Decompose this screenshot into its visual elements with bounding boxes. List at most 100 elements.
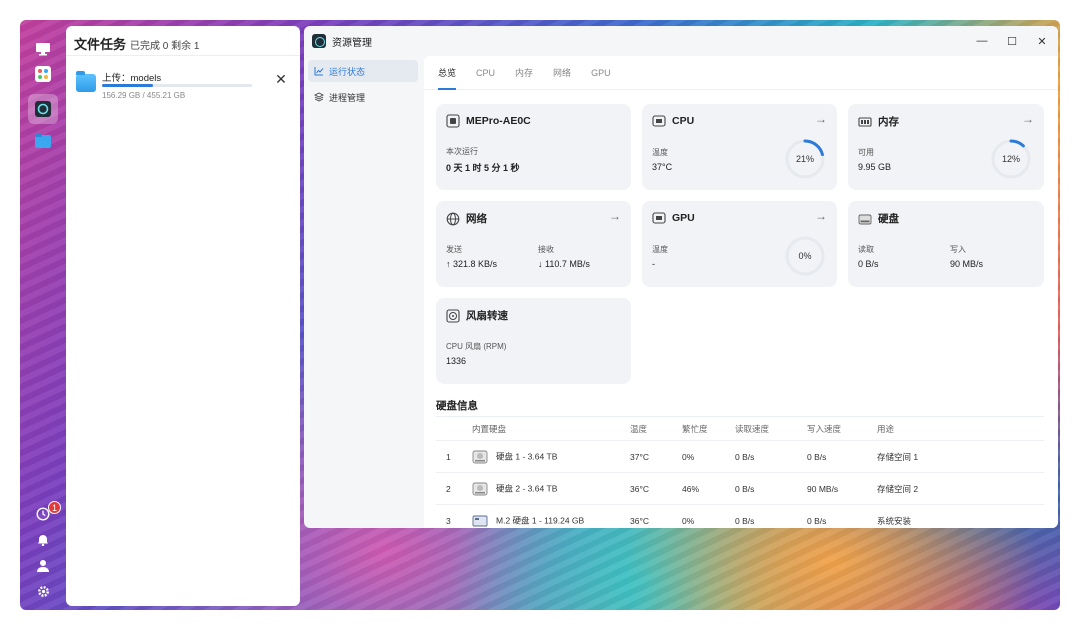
resource-manager-window: 资源管理 — ☐ ✕ 运行状态 进程管理 总览 CPU 内存 网络 GPU ME… — [304, 26, 1058, 528]
resource-monitor-icon[interactable] — [28, 94, 58, 124]
cpu-usage-text: 21% — [795, 154, 814, 164]
side-nav: 运行状态 进程管理 — [304, 56, 422, 528]
row-index: 1 — [436, 440, 472, 473]
disk-title: 硬盘 — [878, 213, 899, 225]
gpu-card[interactable]: GPU → 温度 - 0% — [642, 201, 837, 287]
close-icon[interactable]: ✕ — [274, 72, 288, 86]
task-panel-header: 文件任务 已完成 0 剩余 1 — [66, 26, 300, 56]
col-disk: 内置硬盘 — [472, 416, 630, 441]
arrow-right-icon[interactable]: → — [1022, 112, 1034, 126]
disk-usage: 系统安装 — [877, 504, 1044, 528]
task-size: 156.29 GB / 455.21 GB — [102, 91, 186, 100]
gpu-icon — [652, 212, 666, 224]
nav-item-status[interactable]: 运行状态 — [308, 60, 418, 82]
table-row[interactable]: 2 硬盘 2 - 3.64 TB 36°C 46% 0 B/s 90 MB/s … — [436, 472, 1044, 505]
bell-icon[interactable] — [32, 528, 54, 550]
memory-title: 内存 — [878, 116, 899, 128]
globe-icon — [446, 212, 460, 225]
task-name: 上传：models — [102, 73, 162, 84]
nav-label: 进程管理 — [329, 92, 366, 103]
memory-available-value: 9.95 GB — [858, 162, 892, 172]
task-panel-title: 文件任务 — [74, 37, 127, 52]
arrow-right-icon[interactable]: → — [815, 209, 827, 223]
fan-card: 风扇转速 CPU 风扇 (RPM) 1336 — [436, 298, 631, 384]
cpu-title: CPU — [672, 115, 695, 127]
fan-icon — [446, 308, 460, 323]
tab-gpu[interactable]: GPU — [591, 56, 611, 90]
device-card: MEPro-AE0C 本次运行 0 天 1 时 5 分 1 秒 — [436, 104, 631, 190]
disk-read: 0 B/s — [735, 440, 807, 473]
table-row[interactable]: 1 硬盘 1 - 3.64 TB 37°C 0% 0 B/s 0 B/s 存储空… — [436, 440, 1044, 473]
user-icon[interactable] — [32, 554, 54, 576]
folder-icon — [76, 71, 96, 92]
uptime-label: 本次运行 — [446, 147, 478, 156]
gpu-usage-text: 0% — [798, 251, 812, 261]
disk-read-label: 读取 — [858, 245, 874, 254]
disk-table: 内置硬盘 温度 繁忙度 读取速度 写入速度 用途 1 硬盘 1 - 3.64 T… — [436, 416, 1044, 528]
disk-write-value: 90 MB/s — [950, 259, 984, 269]
memory-card[interactable]: 内存 → 可用 9.95 GB 12% — [848, 104, 1044, 190]
desktop: 1 文件任务 已完成 0 剩余 1 上传：models 156.29 GB / … — [20, 20, 1060, 610]
network-send-label: 发送 — [446, 245, 462, 254]
tab-memory[interactable]: 内存 — [515, 56, 533, 90]
disk-read: 0 B/s — [735, 472, 807, 505]
arrow-right-icon[interactable]: → — [815, 112, 827, 126]
monitor-icon[interactable] — [32, 38, 54, 60]
fan-title: 风扇转速 — [466, 310, 508, 322]
network-card[interactable]: 网络 → 发送 ↑ 321.8 KB/s 接收 ↓ 110.7 MB/s — [436, 201, 631, 287]
chip-icon — [446, 114, 460, 128]
arrow-right-icon[interactable]: → — [609, 209, 621, 223]
tab-cpu[interactable]: CPU — [476, 56, 495, 90]
table-row[interactable]: 3 M.2 硬盘 1 - 119.24 GB 36°C 0% 0 B/s 0 B… — [436, 504, 1044, 528]
fan-value: 1336 — [446, 356, 467, 366]
layers-icon — [314, 92, 324, 102]
tab-network[interactable]: 网络 — [553, 56, 571, 90]
disk-write-label: 写入 — [950, 245, 966, 254]
disk-read-value: 0 B/s — [858, 259, 879, 269]
memory-icon — [858, 116, 872, 127]
disk-table-header: 内置硬盘 温度 繁忙度 读取速度 写入速度 用途 — [436, 416, 1044, 441]
disk-name: 硬盘 2 - 3.64 TB — [496, 482, 558, 493]
disk-usage: 存储空间 2 — [877, 472, 1044, 505]
nav-label: 运行状态 — [329, 66, 366, 77]
dock: 1 — [20, 20, 66, 610]
disk-write: 0 B/s — [807, 504, 877, 528]
minimize-icon[interactable]: — — [974, 35, 990, 48]
col-busy: 繁忙度 — [682, 416, 735, 441]
task-progress-bar — [102, 84, 252, 87]
notification-badge: 1 — [48, 501, 61, 514]
disk-temp: 36°C — [630, 504, 682, 528]
hard-drive-icon — [472, 482, 488, 495]
disk-temp: 37°C — [630, 440, 682, 473]
maximize-icon[interactable]: ☐ — [1004, 35, 1020, 48]
close-window-icon[interactable]: ✕ — [1034, 35, 1050, 48]
app-grid-icon[interactable] — [32, 63, 54, 85]
task-panel-summary: 已完成 0 剩余 1 — [130, 41, 200, 52]
ssd-icon — [472, 515, 488, 526]
task-item: 上传：models 156.29 GB / 455.21 GB ✕ — [76, 70, 292, 106]
hard-drive-icon — [858, 214, 872, 224]
settings-gear-icon[interactable] — [32, 580, 54, 602]
disk-name: M.2 硬盘 1 - 119.24 GB — [496, 514, 585, 525]
cpu-usage-ring: 21% — [784, 138, 826, 180]
col-usage: 用途 — [877, 416, 1044, 441]
window-title: 资源管理 — [332, 37, 372, 49]
disk-write: 90 MB/s — [807, 472, 877, 505]
task-progress-fill — [102, 84, 154, 87]
gpu-title: GPU — [672, 212, 695, 224]
file-manager-icon[interactable] — [32, 130, 54, 152]
disk-card[interactable]: 硬盘 读取 0 B/s 写入 90 MB/s — [848, 201, 1044, 287]
main-panel: 总览 CPU 内存 网络 GPU MEPro-AE0C 本次运行 0 天 1 时… — [424, 56, 1058, 528]
cpu-temp-value: 37°C — [652, 162, 673, 172]
window-titlebar: 资源管理 — ☐ ✕ — [304, 26, 1058, 56]
network-recv-label: 接收 — [538, 245, 554, 254]
chart-line-icon — [314, 67, 324, 76]
disk-name: 硬盘 1 - 3.64 TB — [496, 450, 558, 461]
nav-item-process[interactable]: 进程管理 — [308, 86, 418, 108]
tab-overview[interactable]: 总览 — [438, 56, 457, 90]
col-temp: 温度 — [630, 416, 682, 441]
cpu-card[interactable]: CPU → 温度 37°C 21% — [642, 104, 837, 190]
network-send-value: ↑ 321.8 KB/s — [446, 259, 498, 269]
network-title: 网络 — [466, 213, 487, 225]
disk-read: 0 B/s — [735, 504, 807, 528]
